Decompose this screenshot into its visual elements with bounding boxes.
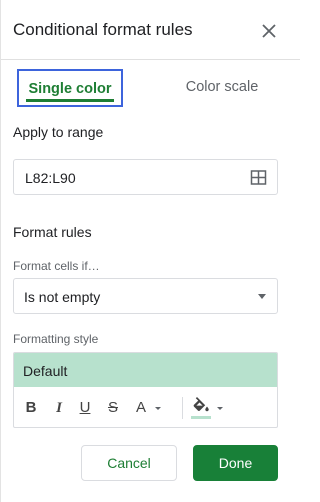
bold-button[interactable]: B [24,398,38,418]
strikethrough-button[interactable]: S [106,398,120,418]
panel-header: Conditional format rules [1,0,300,60]
active-tab-indicator [26,99,114,102]
format-cells-if-label: Format cells if… [13,259,100,273]
panel-title: Conditional format rules [13,20,193,39]
fill-color-chevron-icon[interactable] [217,407,223,410]
format-rules-heading: Format rules [13,224,92,240]
tab-color-scale-label: Color scale [185,79,259,95]
italic-button[interactable]: I [52,398,66,418]
toolbar-divider [182,397,183,419]
chevron-down-icon [258,294,266,299]
cancel-button[interactable]: Cancel [81,445,177,481]
range-value: L82:L90 [25,170,76,186]
style-preview-text: Default [23,363,68,379]
close-icon[interactable] [260,22,278,40]
formatting-style-box: Default B I U S A [13,352,278,428]
tab-single-color-label: Single color [28,81,112,97]
formatting-toolbar: B I U S A [14,388,277,427]
paint-bucket-icon [193,397,209,412]
condition-select[interactable]: Is not empty [13,278,278,314]
fill-color-swatch [191,416,211,419]
fill-color-button[interactable] [191,395,215,421]
formatting-style-label: Formatting style [13,332,99,346]
text-color-chevron-icon[interactable] [155,407,161,410]
tab-single-color[interactable]: Single color [17,69,123,107]
text-color-button[interactable]: A [134,398,148,418]
apply-to-range-heading: Apply to range [13,124,104,140]
underline-button[interactable]: U [78,398,92,418]
condition-select-value: Is not empty [24,289,101,305]
done-button[interactable]: Done [193,445,278,481]
style-preview-dropdown[interactable]: Default [14,353,277,387]
range-input[interactable]: L82:L90 [13,159,278,195]
tab-color-scale[interactable]: Color scale [177,69,267,107]
grid-icon[interactable] [250,169,267,186]
conditional-format-panel: Conditional format rules Single color Co… [0,0,300,502]
